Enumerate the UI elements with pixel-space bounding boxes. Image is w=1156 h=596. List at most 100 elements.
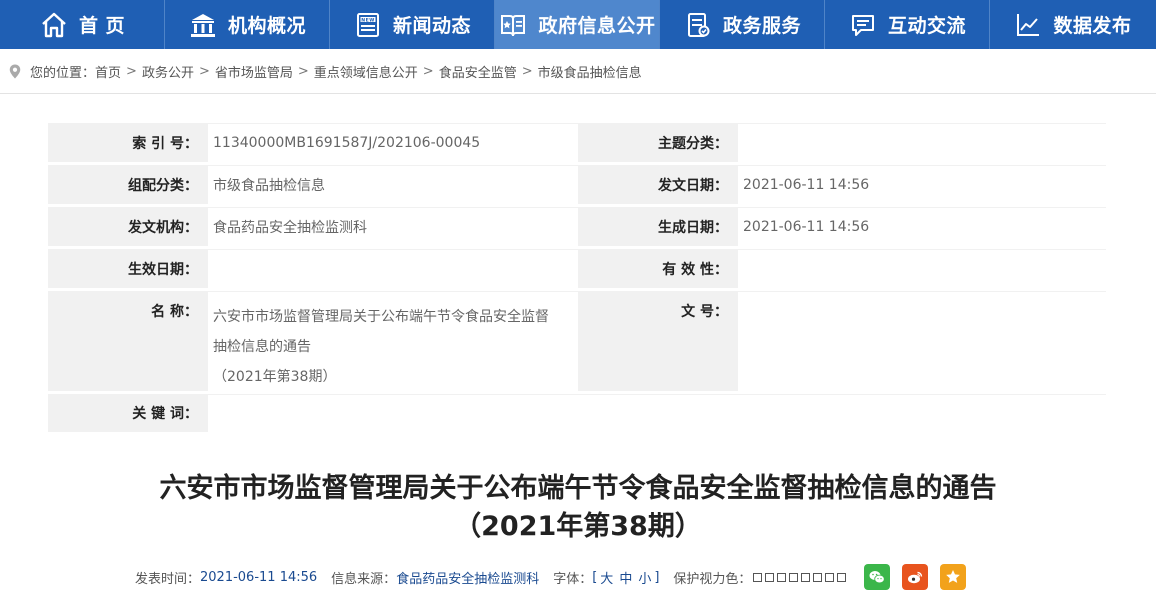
name-value: 六安市市场监督管理局关于公布端午节令食品安全监督 抽检信息的通告 （2021年第… xyxy=(208,291,578,391)
breadcrumb-separator: > xyxy=(126,63,137,79)
nav-item-data[interactable]: 数据发布 xyxy=(990,0,1155,49)
nav-item-home[interactable]: 首 页 xyxy=(0,0,165,49)
font-size-large-button[interactable]: 大 xyxy=(600,568,613,587)
eye-care-swatch[interactable] xyxy=(837,572,847,582)
nav-label: 数据发布 xyxy=(1053,15,1132,37)
topic-value xyxy=(738,123,1106,162)
news-icon: NEW xyxy=(353,10,383,40)
publish-label: 发表时间： xyxy=(135,571,201,587)
eye-care-swatch[interactable] xyxy=(813,572,823,582)
issue-date-label: 发文日期： xyxy=(578,165,738,204)
star-icon xyxy=(946,570,961,583)
meta-row: 生效日期： 有 效 性： xyxy=(48,249,1106,291)
publish-time: 2021-06-11 14:56 xyxy=(200,569,318,585)
name-line: 六安市市场监督管理局关于公布端午节令食品安全监督 xyxy=(213,309,549,325)
breadcrumb-provincial-bureau[interactable]: 省市场监管局 xyxy=(215,62,293,81)
eye-care-swatch[interactable] xyxy=(777,572,787,582)
breadcrumb-city-inspection[interactable]: 市级食品抽检信息 xyxy=(538,62,642,81)
meta-row: 关 键 词： xyxy=(48,394,1106,435)
favorite-button[interactable] xyxy=(940,564,967,590)
eye-care-swatch[interactable] xyxy=(753,572,763,582)
weibo-icon xyxy=(908,571,923,584)
chat-icon xyxy=(848,10,878,40)
doc-no-value xyxy=(738,291,1106,391)
meta-row: 组配分类： 市级食品抽检信息 发文日期： 2021-06-11 14:56 xyxy=(48,165,1106,207)
meta-row: 名 称： 六安市市场监督管理局关于公布端午节令食品安全监督 抽检信息的通告 （2… xyxy=(48,291,1106,394)
eye-care-swatch[interactable] xyxy=(825,572,835,582)
service-doc-icon xyxy=(683,10,713,40)
eye-care-label: 保护视力色： xyxy=(673,571,752,587)
name-line: （2021年第38期） xyxy=(213,369,337,385)
name-line: 抽检信息的通告 xyxy=(213,339,311,355)
main-nav: 首 页 机构概况 NEW 新闻动态 政府信息公开 政务服务 互动交流 数据发布 xyxy=(0,0,1156,49)
category-value: 市级食品抽检信息 xyxy=(208,165,578,204)
font-size-label: 字体： xyxy=(553,571,593,587)
nav-item-gov-info[interactable]: 政府信息公开 xyxy=(495,0,660,49)
meta-row: 发文机构： 食品药品安全抽检监测科 生成日期： 2021-06-11 14:56 xyxy=(48,207,1106,249)
breadcrumb-separator: > xyxy=(521,63,533,79)
category-label: 组配分类： xyxy=(48,165,208,204)
keywords-label: 关 键 词： xyxy=(48,394,208,432)
nav-label: 政务服务 xyxy=(722,15,801,37)
breadcrumb-prefix: 您的位置： xyxy=(30,65,96,81)
breadcrumb-separator: > xyxy=(297,63,309,79)
source-label: 信息来源： xyxy=(331,571,397,587)
source-value: 食品药品安全抽检监测科 xyxy=(396,571,540,587)
eye-care-swatch[interactable] xyxy=(789,572,799,582)
eye-care-swatch[interactable] xyxy=(765,572,775,582)
breadcrumb-separator: > xyxy=(422,63,434,79)
font-bracket: [ xyxy=(592,569,598,585)
eye-care-swatches xyxy=(753,572,847,582)
breadcrumb-food-safety[interactable]: 食品安全监管 xyxy=(439,62,517,81)
meta-row: 索 引 号： 11340000MB1691587J/202106-00045 主… xyxy=(48,123,1106,165)
breadcrumb-key-areas[interactable]: 重点领域信息公开 xyxy=(314,62,418,81)
home-icon xyxy=(39,10,69,40)
nav-label: 互动交流 xyxy=(887,15,966,37)
article-title-line: 六安市市场监督管理局关于公布端午节令食品安全监督抽检信息的通告 xyxy=(159,473,997,504)
effective-date-value xyxy=(208,249,578,288)
index-no-value: 11340000MB1691587J/202106-00045 xyxy=(208,123,578,162)
chart-icon xyxy=(1013,10,1043,40)
document-meta-table: 索 引 号： 11340000MB1691587J/202106-00045 主… xyxy=(48,123,1106,435)
weibo-share-button[interactable] xyxy=(902,564,929,590)
nav-item-interaction[interactable]: 互动交流 xyxy=(825,0,990,49)
font-size-medium-button[interactable]: 中 xyxy=(619,568,632,587)
nav-item-news[interactable]: NEW 新闻动态 xyxy=(330,0,495,49)
keywords-value xyxy=(208,394,1106,432)
article-title: 六安市市场监督管理局关于公布端午节令食品安全监督抽检信息的通告 （2021年第3… xyxy=(0,470,1156,546)
nav-item-services[interactable]: 政务服务 xyxy=(660,0,825,49)
nav-label: 新闻动态 xyxy=(392,15,471,37)
issue-date-value: 2021-06-11 14:56 xyxy=(738,165,1106,204)
nav-label: 首 页 xyxy=(78,15,126,37)
validity-value xyxy=(738,249,1106,288)
topic-label: 主题分类： xyxy=(578,123,738,162)
nav-label: 政府信息公开 xyxy=(538,15,656,37)
breadcrumb: 您的位置： 首页 > 政务公开 > 省市场监管局 > 重点领域信息公开 > 食品… xyxy=(0,49,1156,94)
nav-label: 机构概况 xyxy=(227,15,306,37)
effective-date-label: 生效日期： xyxy=(48,249,208,288)
org-label: 发文机构： xyxy=(48,207,208,246)
font-bracket: ] xyxy=(654,569,660,585)
wechat-icon xyxy=(869,571,886,584)
font-size-small-button[interactable]: 小 xyxy=(638,568,651,587)
validity-label: 有 效 性： xyxy=(578,249,738,288)
svg-text:NEW: NEW xyxy=(361,17,375,23)
share-buttons xyxy=(864,564,967,590)
org-value: 食品药品安全抽检监测科 xyxy=(208,207,578,246)
wechat-share-button[interactable] xyxy=(864,564,891,590)
breadcrumb-separator: > xyxy=(198,63,210,79)
gen-date-value: 2021-06-11 14:56 xyxy=(738,207,1106,246)
article-title-line: （2021年第38期） xyxy=(454,511,702,542)
doc-no-label: 文 号： xyxy=(578,291,738,391)
building-icon xyxy=(188,10,218,40)
gen-date-label: 生成日期： xyxy=(578,207,738,246)
book-star-icon xyxy=(498,10,528,40)
index-no-label: 索 引 号： xyxy=(48,123,208,162)
eye-care-swatch[interactable] xyxy=(801,572,811,582)
breadcrumb-home[interactable]: 首页 xyxy=(95,62,121,81)
name-label: 名 称： xyxy=(48,291,208,391)
nav-item-about[interactable]: 机构概况 xyxy=(165,0,330,49)
location-pin-icon xyxy=(8,62,24,80)
article-info-bar: 发表时间： 2021-06-11 14:56 信息来源： 食品药品安全抽检监测科… xyxy=(135,562,967,592)
breadcrumb-gov-affairs[interactable]: 政务公开 xyxy=(142,62,194,81)
